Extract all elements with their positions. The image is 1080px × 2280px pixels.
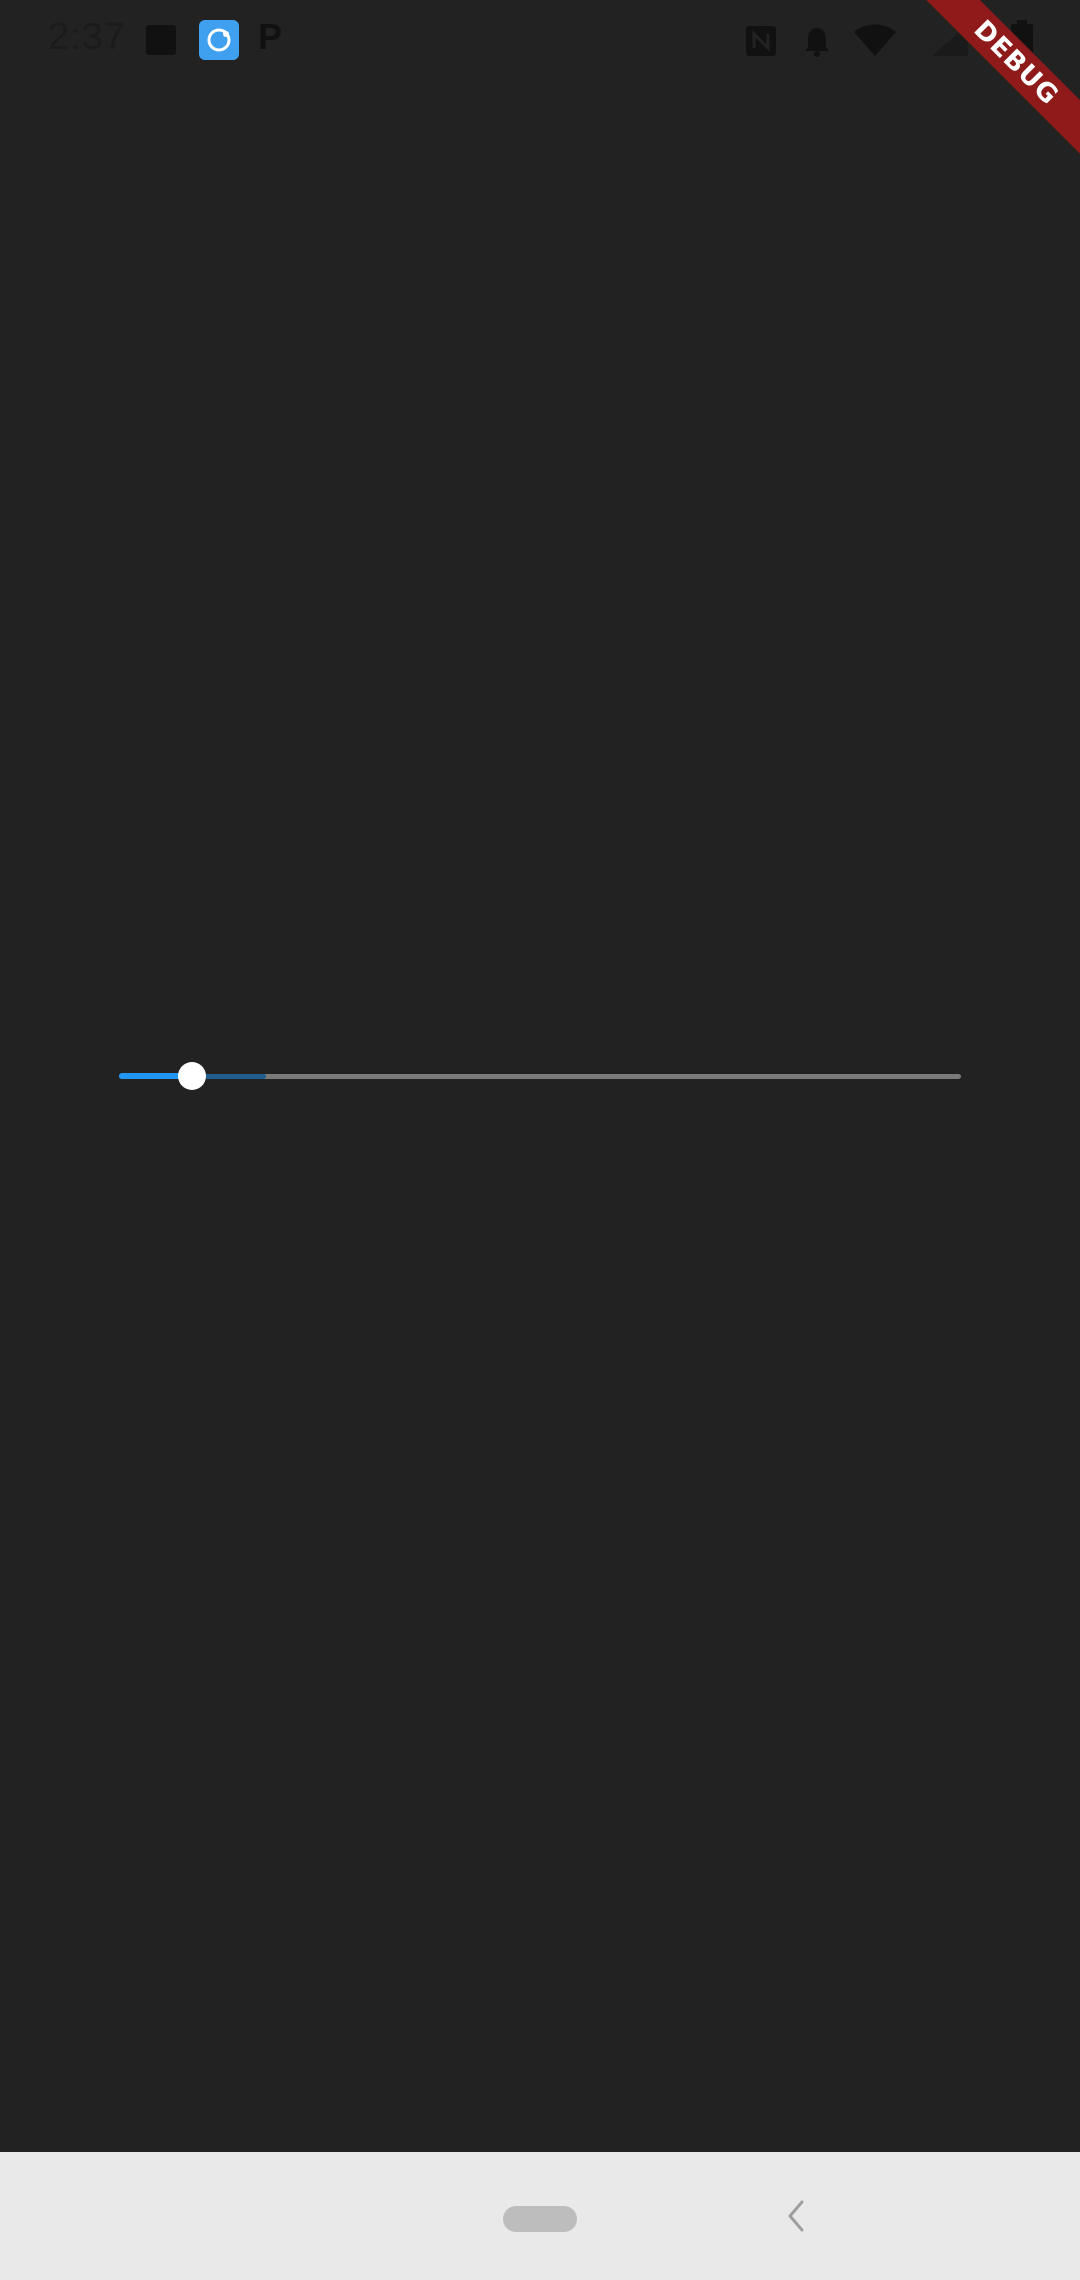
slider-thumb[interactable] [178,1062,207,1090]
debug-banner-label: DEBUG [910,0,1080,169]
square-icon [146,25,176,55]
system-navigation-bar [0,2152,1080,2280]
home-pill-icon[interactable] [503,2206,577,2232]
app-screen: 2:37 P DEBUG [0,0,1080,2280]
status-time: 2:37 [48,16,126,58]
seek-slider[interactable] [119,1056,961,1096]
nfc-icon [744,24,778,58]
notification-bell-icon [800,24,834,58]
screen-recorder-icon [199,20,239,60]
debug-banner: DEBUG [880,0,1080,200]
p-icon: P [258,16,283,57]
back-icon[interactable] [782,2196,810,2236]
